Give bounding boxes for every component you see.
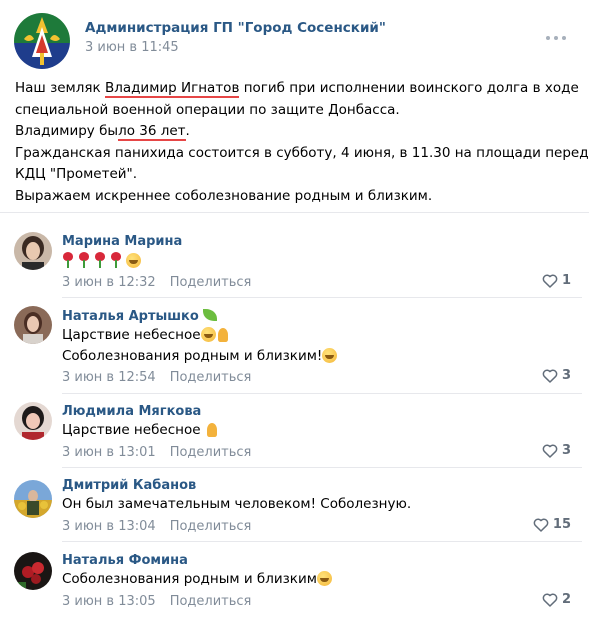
share-link[interactable]: Поделиться (170, 275, 252, 290)
comment-date[interactable]: 3 июн в 13:04 (62, 519, 156, 534)
heart-outline-icon (542, 368, 558, 383)
comment-date[interactable]: 3 июн в 13:01 (62, 445, 156, 460)
more-dots-icon[interactable] (546, 34, 568, 42)
heart-outline-icon (542, 273, 558, 288)
rose-emoji-icon (78, 252, 90, 268)
comment-author[interactable]: Людмила Мягкова (62, 404, 201, 419)
grimace-emoji-icon (316, 571, 332, 586)
group-logo[interactable] (14, 13, 70, 69)
comment-line: Он был замечательным человеком! Соболезн… (62, 496, 412, 512)
comment-author[interactable]: Наталья Артышко (62, 309, 217, 324)
avatar[interactable] (14, 402, 52, 440)
like-button[interactable]: 1 (542, 273, 571, 288)
share-link[interactable]: Поделиться (170, 594, 252, 609)
text-span: . (185, 123, 190, 139)
age-highlight: ло 36 лет (118, 123, 186, 141)
comment-author[interactable]: Дмитрий Кабанов (62, 478, 196, 493)
comment-meta: 3 июн в 12:54 Поделиться (62, 370, 251, 385)
text-span: погиб при исполнении воинского долга в х… (239, 80, 579, 96)
leaf-emoji-icon (202, 309, 217, 321)
post-text-line-4: Гражданская панихида состоится в субботу… (15, 144, 589, 161)
share-link[interactable]: Поделиться (170, 370, 252, 385)
rose-emoji-icon (94, 252, 106, 268)
comment-text: Соболезнования родным и близким (62, 569, 332, 590)
like-button[interactable]: 15 (533, 517, 571, 532)
text-span: Владимиру бы (15, 123, 119, 139)
comment-text: Царствие небесное Соболезнования родным … (62, 325, 338, 367)
like-button[interactable]: 3 (542, 368, 571, 383)
like-count: 1 (561, 273, 571, 288)
post-text: Наш земляк Владимир Игнатов погиб при ис… (15, 78, 589, 207)
grimace-emoji-icon (322, 348, 338, 363)
comment-meta: 3 июн в 13:04 Поделиться (62, 519, 251, 534)
comment-line-text: Царствие небесное (62, 327, 201, 343)
avatar[interactable] (14, 552, 52, 590)
author-name: Наталья Артышко (62, 309, 199, 324)
post-text-line-5: КДЦ "Прометей". (15, 166, 138, 182)
post-date[interactable]: 3 июн в 11:45 (85, 40, 179, 55)
like-button[interactable]: 3 (542, 443, 571, 458)
comment-meta: 3 июн в 13:01 Поделиться (62, 445, 251, 460)
folded-hands-emoji-icon (205, 422, 219, 437)
folded-hands-emoji-icon (216, 327, 230, 342)
comment: Наталья Фомина Соболезнования родным и б… (0, 542, 589, 618)
rose-emoji-icon (62, 252, 74, 268)
comment-meta: 3 июн в 12:32 Поделиться (62, 275, 251, 290)
grimace-emoji-icon (200, 327, 216, 342)
post-text-line-2: специальной военной операции по защите Д… (15, 101, 400, 118)
comment-date[interactable]: 3 июн в 13:05 (62, 594, 156, 609)
comment: Марина Марина 3 июн в 12:32 Поделиться 1 (0, 226, 589, 296)
comment-date[interactable]: 3 июн в 12:32 (62, 275, 156, 290)
comment: Дмитрий Кабанов Он был замечательным чел… (0, 468, 589, 542)
comment-line-text: Соболезнования родным и близким (62, 571, 317, 587)
heart-outline-icon (533, 517, 549, 532)
grimace-emoji-icon (126, 253, 141, 268)
share-link[interactable]: Поделиться (170, 445, 252, 460)
avatar[interactable] (14, 306, 52, 344)
comment-date[interactable]: 3 июн в 12:54 (62, 370, 156, 385)
comment-line: Царствие небесное (62, 325, 337, 346)
heart-outline-icon (542, 592, 558, 607)
post-text-line-6: Выражаем искреннее соболезнование родным… (15, 187, 433, 204)
comment-line-text: Царствие небесное (62, 422, 205, 438)
comment-line: Соболезнования родным и близким! (62, 346, 338, 367)
comment-line (62, 251, 141, 272)
comment-text (62, 251, 141, 272)
like-count: 3 (561, 443, 571, 458)
avatar[interactable] (14, 480, 52, 518)
comment-author[interactable]: Наталья Фомина (62, 553, 188, 568)
comment: Людмила Мягкова Царствие небесное 3 июн … (0, 394, 589, 464)
like-button[interactable]: 2 (542, 592, 571, 607)
comment-text: Царствие небесное (62, 420, 219, 441)
comment-line-text: Соболезнования родным и близким! (62, 348, 323, 364)
like-count: 15 (552, 517, 571, 532)
like-count: 2 (561, 592, 571, 607)
person-name-highlight: Владимир Игнатов (104, 80, 240, 98)
comment-line: Соболезнования родным и близким (62, 569, 332, 590)
comment: Наталья Артышко Царствие небесное Соболе… (0, 298, 589, 394)
heart-outline-icon (542, 443, 558, 458)
avatar[interactable] (14, 232, 52, 270)
share-link[interactable]: Поделиться (170, 519, 252, 534)
comment-line: Царствие небесное (62, 420, 219, 441)
like-count: 3 (561, 368, 571, 383)
post-divider (0, 212, 589, 213)
post-text-line-3: Владимиру было 36 лет. (15, 121, 580, 143)
comment-text: Он был замечательным человеком! Соболезн… (62, 494, 411, 515)
text-span: Наш земляк (15, 80, 105, 96)
group-name-link[interactable]: Администрация ГП "Город Сосенский" (85, 20, 386, 36)
comment-author[interactable]: Марина Марина (62, 234, 182, 249)
comment-meta: 3 июн в 13:05 Поделиться (62, 594, 251, 609)
post-header: Администрация ГП "Город Сосенский" 3 июн… (0, 0, 589, 70)
post-text-line-1: Наш земляк Владимир Игнатов погиб при ис… (15, 78, 580, 100)
rose-emoji-icon (110, 252, 122, 268)
